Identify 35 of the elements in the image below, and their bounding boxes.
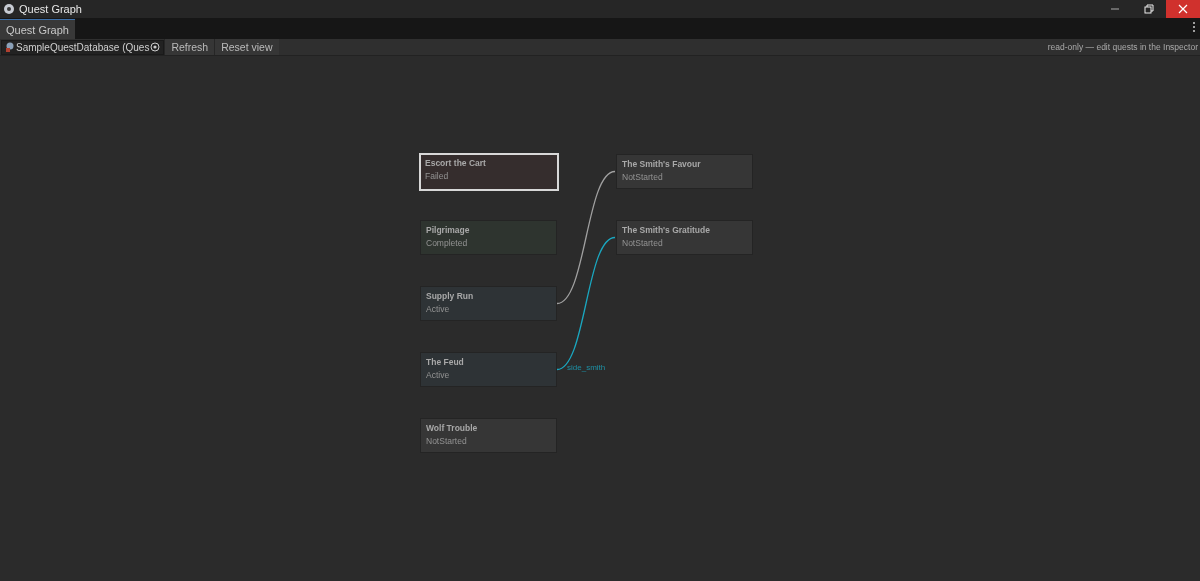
quest-node[interactable]: The Smith's Favour NotStarted <box>616 154 753 189</box>
tab[interactable]: Quest Graph <box>0 19 75 39</box>
app-icon <box>3 3 15 15</box>
quest-title: Supply Run <box>426 291 475 301</box>
close-button[interactable] <box>1166 0 1200 18</box>
quest-title: The Smith's Gratitude <box>622 225 711 235</box>
quest-node[interactable]: The Feud Active <box>420 352 557 387</box>
quest-status: Active <box>426 370 451 380</box>
quest-node[interactable]: Pilgrimage Completed <box>420 220 557 255</box>
asset-icon <box>5 42 15 52</box>
quest-status: Completed <box>426 238 469 248</box>
database-field[interactable]: SampleQuestDatabase (Ques <box>1 39 165 55</box>
quest-status: NotStarted <box>622 238 664 248</box>
target-icon[interactable] <box>150 42 161 52</box>
more-icon[interactable] <box>1192 21 1196 33</box>
quest-node[interactable]: Escort the Cart Failed <box>419 153 559 191</box>
connection-label: side_smith <box>567 362 606 372</box>
close-icon <box>1178 4 1188 14</box>
quest-status: Active <box>426 304 451 314</box>
restore-icon <box>1144 4 1154 14</box>
quest-title: Wolf Trouble <box>426 423 479 433</box>
toolbar-button[interactable]: Refresh <box>164 39 215 55</box>
hint-text: read-only — edit quests in the Inspector <box>1047 42 1198 52</box>
quest-status: NotStarted <box>426 436 468 446</box>
quest-title: Pilgrimage <box>426 225 471 235</box>
window-title: Quest Graph <box>19 3 82 15</box>
toolbar-button[interactable]: Reset view <box>214 39 279 55</box>
quest-status: Failed <box>425 171 450 181</box>
quest-node[interactable]: The Smith's Gratitude NotStarted <box>616 220 753 255</box>
quest-title: Escort the Cart <box>425 158 487 168</box>
quest-node[interactable]: Supply Run Active <box>420 286 557 321</box>
quest-status: NotStarted <box>622 172 664 182</box>
quest-node[interactable]: Wolf Trouble NotStarted <box>420 418 557 453</box>
quest-title: The Smith's Favour <box>622 159 702 169</box>
quest-title: The Feud <box>426 357 465 367</box>
